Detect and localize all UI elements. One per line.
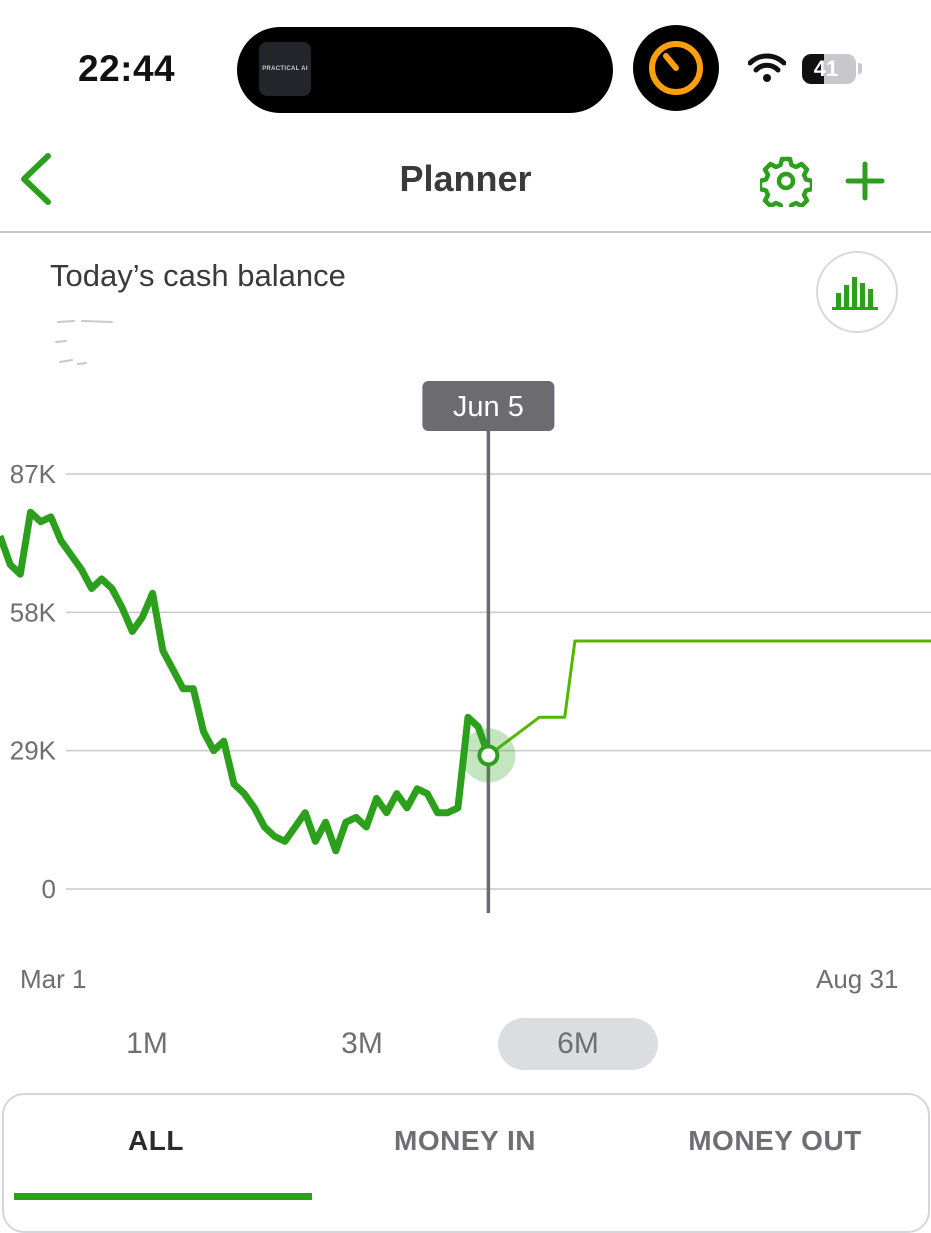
settings-button[interactable] bbox=[757, 155, 815, 214]
tab-money-out[interactable]: MONEY OUT bbox=[620, 1125, 930, 1157]
bar-chart-icon bbox=[832, 277, 878, 310]
wifi-icon bbox=[747, 52, 787, 89]
cash-balance-label: Today’s cash balance bbox=[50, 258, 346, 293]
gear-icon bbox=[757, 156, 815, 214]
status-time: 22:44 bbox=[78, 48, 176, 89]
battery-cap bbox=[858, 63, 862, 74]
tab-money-in[interactable]: MONEY IN bbox=[320, 1125, 610, 1157]
header-divider bbox=[0, 231, 931, 233]
timer-icon bbox=[649, 41, 703, 95]
tab-all[interactable]: ALL bbox=[14, 1125, 298, 1157]
add-button[interactable] bbox=[840, 155, 890, 205]
battery-icon: 41 bbox=[802, 54, 856, 84]
transaction-tabs bbox=[2, 1093, 930, 1233]
y-tick-label: 87K bbox=[10, 459, 57, 489]
y-tick-label: 58K bbox=[10, 597, 57, 627]
x-axis-end-label: Aug 31 bbox=[816, 964, 899, 994]
range-option-1m[interactable]: 1M bbox=[67, 1018, 227, 1070]
y-tick-label: 29K bbox=[10, 736, 57, 766]
dynamic-island[interactable]: PRACTICAL AI bbox=[237, 27, 613, 113]
active-tab-indicator bbox=[14, 1193, 312, 1200]
cash-balance-chart[interactable]: 87K 58K 29K 0 Jun 5 bbox=[0, 375, 931, 935]
actual-series-line bbox=[0, 508, 492, 855]
date-tooltip-label: Jun 5 bbox=[453, 391, 524, 423]
battery-level: 41 bbox=[813, 56, 839, 81]
forecast-series-line bbox=[487, 639, 931, 757]
chart-view-toggle-button[interactable] bbox=[816, 251, 898, 333]
range-option-3m[interactable]: 3M bbox=[282, 1018, 442, 1070]
x-axis-start-label: Mar 1 bbox=[20, 964, 87, 994]
cash-balance-value-redacted bbox=[52, 312, 192, 372]
timer-activity[interactable] bbox=[633, 25, 719, 111]
plus-icon bbox=[845, 161, 885, 201]
selection-point bbox=[477, 744, 500, 767]
now-playing-thumbnail[interactable]: PRACTICAL AI bbox=[259, 42, 311, 96]
y-tick-label: 0 bbox=[42, 874, 56, 904]
range-option-6m[interactable]: 6M bbox=[498, 1018, 658, 1070]
